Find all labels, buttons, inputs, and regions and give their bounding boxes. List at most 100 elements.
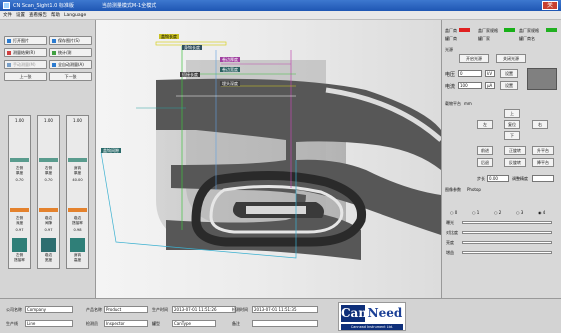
strip-green-bar [39, 158, 58, 162]
rotate-reverse-button[interactable]: 反旋转 [504, 158, 526, 167]
inspector-field[interactable]: Inspector [104, 320, 148, 327]
line-field[interactable]: Line [25, 320, 73, 327]
contrast-label: 对比度 [446, 230, 458, 235]
menu-settings[interactable]: 设置 [16, 12, 25, 18]
open-light-button[interactable]: 开启光源 [459, 54, 489, 63]
left-panel: 打开图片 保存图片(S) 测量结果(R) 统计/测 手动测量(M) 全自动测量(… [0, 20, 96, 298]
radio-option-2[interactable]: ○ 2 [494, 210, 501, 215]
next-image-button[interactable]: 下一张 [49, 72, 92, 81]
menu-language[interactable]: Language [64, 13, 86, 18]
auto-measure-label: 全自动测量(A) [58, 61, 84, 67]
save-image-button[interactable]: 保存图片(S) [49, 36, 92, 45]
lower-stage-button[interactable]: 降平台 [532, 158, 554, 167]
stage-reset-button[interactable]: 复位 [504, 120, 520, 129]
strip-green-bar [10, 158, 29, 162]
company-field[interactable]: Company [25, 306, 73, 313]
radio-option-4[interactable]: ◉ 4 [538, 210, 545, 215]
strip-value: 40.00 [72, 178, 83, 182]
next-label: 下一张 [64, 73, 77, 79]
stage-back-button[interactable]: 后退 [477, 158, 493, 167]
manual-measure-button[interactable]: 手动测量(M) [4, 60, 47, 69]
production-time-label: 生产时间 [152, 307, 168, 312]
prev-image-button[interactable]: 上一张 [4, 72, 47, 81]
strip-teal-box [70, 238, 85, 252]
can-type-field[interactable]: CanType [172, 320, 216, 327]
note-label: 备注 [232, 321, 240, 326]
lift-stage-button[interactable]: 升平台 [532, 146, 554, 155]
strip-green-bar [68, 158, 87, 162]
open-image-button[interactable]: 打开图片 [4, 36, 47, 45]
measure-strip-2: 1.00 右侧 厚度 0.70 卷边 间隙 0.97 卷边 宽度 [37, 115, 60, 269]
current-set-button[interactable]: 设置 [500, 81, 518, 90]
can-type-label: 罐型 [152, 321, 160, 326]
xray-image [96, 20, 441, 298]
save-icon [52, 38, 56, 43]
menu-file[interactable]: 文件 [3, 12, 12, 18]
status-label: 罐厂商名 [519, 36, 535, 41]
overlay-label[interactable]: 盖钩长度 [159, 34, 179, 39]
precision-input[interactable] [532, 175, 554, 182]
radio-option-3[interactable]: ○ 3 [516, 210, 523, 215]
voltage-label: 电压 [445, 72, 456, 78]
brightness-slider[interactable] [462, 241, 552, 244]
stage-right-button[interactable]: 右 [532, 120, 548, 129]
auto-measure-button[interactable]: 全自动测量(A) [49, 60, 92, 69]
strip-value: 0.70 [44, 178, 53, 182]
menu-report[interactable]: 查看报告 [29, 12, 47, 18]
step-unit-label: 调整精度 [512, 176, 528, 181]
close-light-button[interactable]: 关闭光源 [496, 54, 526, 63]
exposure-slider[interactable] [462, 221, 552, 224]
radio-label: 2 [498, 210, 502, 215]
stage-down-button[interactable]: 下 [504, 131, 520, 140]
current-unit: μA [485, 82, 495, 89]
rotate-forward-button[interactable]: 正旋转 [504, 146, 526, 155]
stage-forward-button[interactable]: 前进 [477, 146, 493, 155]
radio-label: 3 [520, 210, 524, 215]
production-time-field[interactable]: 2013-07-01 11:51:26 [172, 306, 236, 313]
manual-measure-label: 手动测量(M) [13, 61, 36, 67]
close-button[interactable]: 关 [542, 1, 558, 10]
check-time-field[interactable]: 2013-07-01 11:51:35 [252, 306, 318, 313]
contrast-slider[interactable] [462, 231, 552, 234]
status-label: 盖厂家规格 [478, 28, 498, 33]
gain-slider[interactable] [462, 251, 552, 254]
strip-label: 搭接率 [14, 258, 25, 262]
overlay-label[interactable]: 埋头深度 [220, 81, 240, 86]
save-result-button[interactable]: 测量结果(R) [4, 48, 47, 57]
radio-option-0[interactable]: ○ 0 [450, 210, 457, 215]
stage-left-button[interactable]: 左 [477, 120, 493, 129]
overlay-label[interactable]: 卷边宽度 [220, 67, 240, 72]
analyze-icon [52, 50, 56, 55]
voltage-set-button[interactable]: 设置 [500, 69, 518, 78]
strip-label: 间隙 [44, 221, 53, 225]
status-indicator-green [504, 28, 515, 32]
stage-up-button[interactable]: 上 [504, 109, 520, 118]
status-label: 盖厂家规格 [519, 28, 539, 33]
overlay-label[interactable]: 搭接长度 [180, 72, 200, 77]
status-indicator-red [459, 28, 470, 32]
window-title: CN Scan_Sight1.0 标准版 [13, 3, 74, 9]
note-field[interactable] [252, 320, 318, 327]
overlay-label[interactable]: 卷边厚度 [220, 57, 240, 62]
current-input[interactable]: 100 [458, 82, 482, 89]
overlay-label[interactable]: 身钩长度 [182, 45, 202, 50]
product-field[interactable]: Product [104, 306, 148, 313]
step-input[interactable]: 0.00 [487, 175, 509, 182]
right-panel: 盖厂商 盖厂家规格 盖厂家规格 罐厂商 罐厂家 罐厂商名 光源 开启光源 关闭光… [441, 20, 561, 298]
analyze-label: 统计/测 [58, 49, 72, 55]
strip-orange-bar [68, 208, 87, 212]
menu-help[interactable]: 帮助 [51, 12, 60, 18]
strip-value: 0.98 [73, 228, 82, 232]
analyze-button[interactable]: 统计/测 [49, 48, 92, 57]
menu-bar: 文件 设置 查看报告 帮助 Language [0, 11, 561, 20]
save-result-label: 测量结果(R) [13, 49, 35, 55]
radio-option-1[interactable]: ○ 1 [472, 210, 479, 215]
company-label: 公司名称 [6, 307, 22, 312]
xray-image-viewer[interactable]: 盖钩长度 身钩长度 卷边厚度 卷边宽度 搭接长度 埋头深度 盖钩间隙 [96, 20, 441, 298]
voltage-input[interactable]: 0 [458, 70, 482, 77]
strip-teal-box [41, 238, 56, 252]
strip-orange-bar [10, 208, 29, 212]
overlay-label[interactable]: 盖钩间隙 [101, 148, 121, 153]
light-preview [527, 68, 557, 90]
open-image-label: 打开图片 [13, 37, 29, 43]
